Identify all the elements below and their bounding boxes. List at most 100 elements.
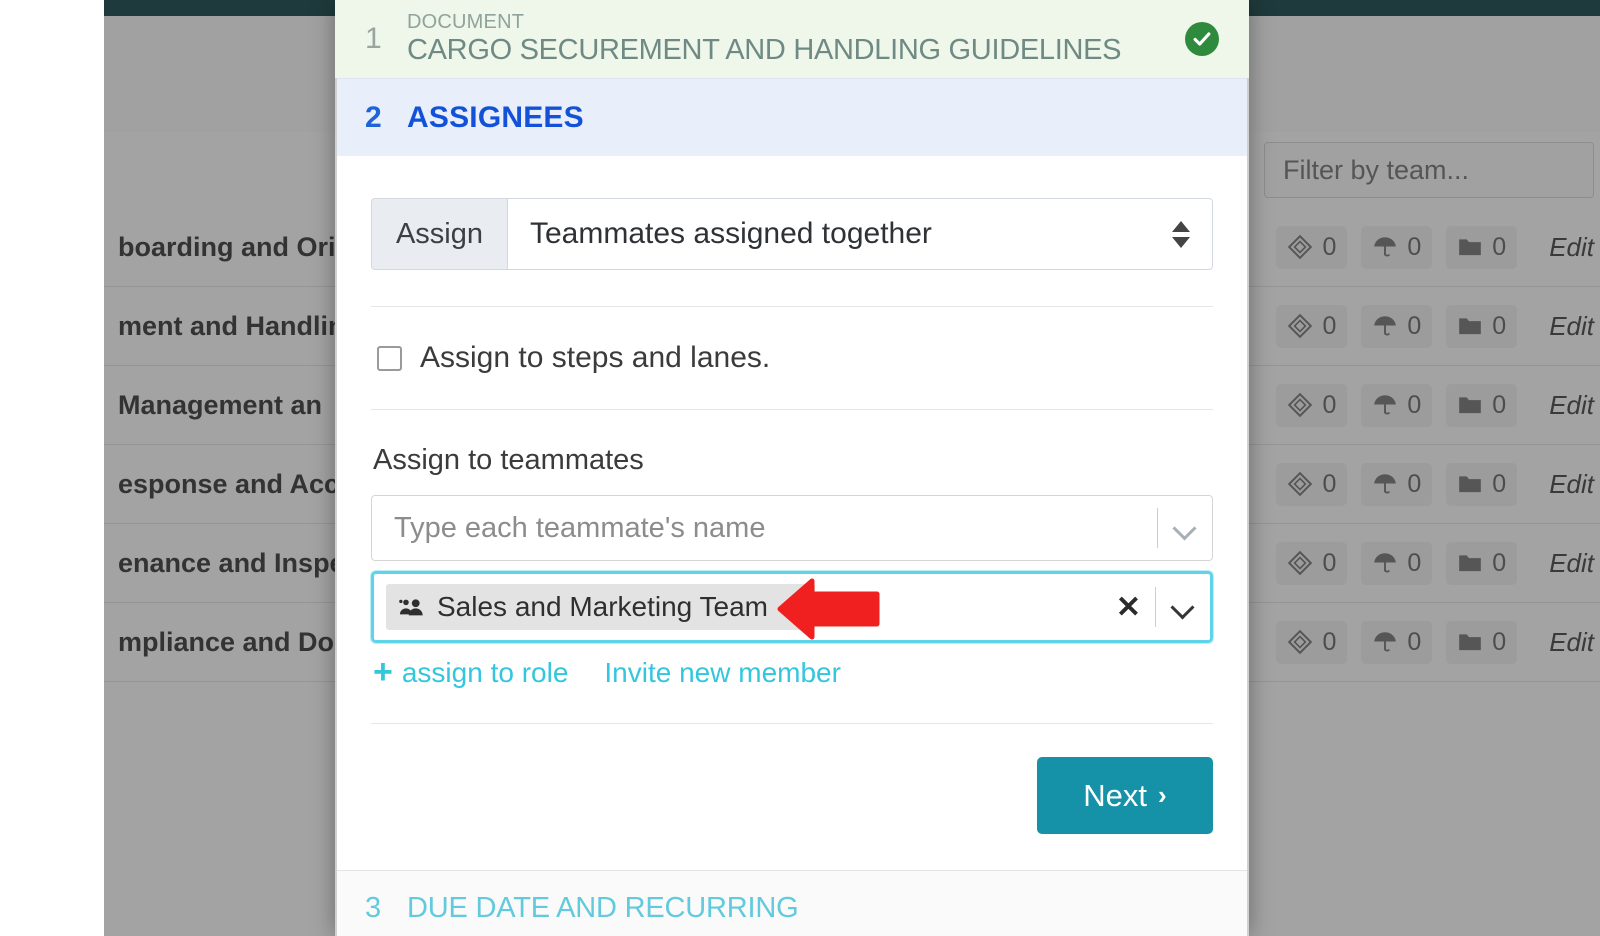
clear-all-icon[interactable]: ✕ — [1116, 590, 1141, 625]
umbrella-icon — [1374, 237, 1397, 257]
row-meta: 0 0 0 Edit — [1276, 524, 1600, 602]
stat-diamond[interactable]: 0 — [1276, 225, 1348, 269]
section-due-date-header[interactable]: 3 DUE DATE AND RECURRING — [335, 870, 1249, 936]
stat-umbrella[interactable]: 0 — [1361, 541, 1433, 585]
team-filter-input[interactable]: Filter by team... — [1264, 142, 1594, 198]
edit-link[interactable]: Edit — [1549, 390, 1594, 421]
chevron-down-icon[interactable] — [1170, 594, 1196, 620]
stat-count: 0 — [1407, 469, 1422, 498]
stat-folder[interactable]: 0 — [1446, 462, 1518, 506]
plus-icon: + — [373, 653, 393, 692]
edit-link[interactable]: Edit — [1549, 548, 1594, 579]
row-title: esponse and Acci — [118, 468, 347, 499]
steps-and-lanes-checkbox[interactable] — [377, 345, 402, 371]
assignees-panel: Assign Teammates assigned together Assig… — [335, 156, 1249, 870]
assignee-links: + assign to role Invite new member — [371, 643, 1213, 689]
stat-folder[interactable]: 0 — [1446, 620, 1518, 664]
assign-mode-group: Assign Teammates assigned together — [371, 198, 1213, 270]
stat-folder[interactable]: 0 — [1446, 383, 1518, 427]
folder-icon — [1459, 397, 1482, 414]
stat-diamond[interactable]: 0 — [1276, 304, 1348, 348]
section-kicker: DOCUMENT — [407, 10, 525, 33]
modal-right-edge — [1247, 0, 1249, 936]
stat-folder[interactable]: 0 — [1446, 304, 1518, 348]
stat-diamond[interactable]: 0 — [1276, 462, 1348, 506]
stat-count: 0 — [1492, 311, 1507, 340]
stat-count: 0 — [1492, 469, 1507, 498]
umbrella-icon — [1374, 316, 1397, 336]
section-document-header[interactable]: 1 DOCUMENT CARGO SECUREMENT AND HANDLING… — [335, 0, 1249, 78]
edit-link[interactable]: Edit — [1549, 232, 1594, 263]
stat-umbrella[interactable]: 0 — [1361, 462, 1433, 506]
assign-to-role-label: assign to role — [401, 657, 569, 688]
assign-document-modal: 1 DOCUMENT CARGO SECUREMENT AND HANDLING… — [335, 0, 1249, 936]
invite-new-member-link[interactable]: Invite new member — [604, 657, 841, 689]
stat-count: 0 — [1322, 311, 1337, 340]
diamond-grid-icon — [1288, 471, 1313, 497]
edit-link[interactable]: Edit — [1549, 311, 1594, 342]
stat-count: 0 — [1322, 548, 1337, 577]
umbrella-icon — [1374, 395, 1397, 415]
row-meta: 0 0 0 Edit — [1276, 287, 1600, 365]
stat-umbrella[interactable]: 0 — [1361, 620, 1433, 664]
left-arrow-annotation — [777, 578, 880, 640]
folder-icon — [1459, 239, 1482, 256]
stat-diamond[interactable]: 0 — [1276, 541, 1348, 585]
next-button[interactable]: Next › — [1037, 757, 1213, 834]
stat-count: 0 — [1492, 548, 1507, 577]
edit-link[interactable]: Edit — [1549, 627, 1594, 658]
assign-mode-select[interactable]: Teammates assigned together — [507, 198, 1213, 270]
stat-umbrella[interactable]: 0 — [1361, 304, 1433, 348]
chevron-down-icon[interactable] — [1172, 515, 1198, 541]
stat-diamond[interactable]: 0 — [1276, 383, 1348, 427]
assignee-chip[interactable]: Sales and Marketing Team x — [386, 584, 816, 630]
modal-left-edge — [335, 0, 337, 936]
section-number: 2 — [365, 100, 382, 134]
steps-and-lanes-row[interactable]: Assign to steps and lanes. — [371, 307, 1213, 409]
section-document-text: DOCUMENT CARGO SECUREMENT AND HANDLING G… — [407, 11, 1185, 67]
section-assignees-header[interactable]: 2 ASSIGNEES — [335, 78, 1249, 156]
diamond-grid-icon — [1288, 392, 1313, 418]
screen: Filter by team... boarding and Orie 0 0 … — [0, 0, 1600, 936]
chevron-right-icon: › — [1158, 780, 1167, 810]
stat-diamond[interactable]: 0 — [1276, 620, 1348, 664]
modal-footer: Next › — [371, 724, 1213, 870]
section-title: DUE DATE AND RECURRING — [407, 892, 799, 924]
row-title: mpliance and Do — [118, 626, 335, 657]
stat-count: 0 — [1492, 627, 1507, 656]
next-button-label: Next — [1083, 777, 1148, 813]
steps-and-lanes-label: Assign to steps and lanes. — [420, 341, 771, 374]
check-circle-icon — [1185, 22, 1219, 56]
teammates-input[interactable]: Type each teammate's name — [371, 495, 1213, 561]
stat-umbrella[interactable]: 0 — [1361, 225, 1433, 269]
check-glyph — [1193, 32, 1211, 46]
section-number: 3 — [365, 892, 382, 924]
stat-umbrella[interactable]: 0 — [1361, 383, 1433, 427]
umbrella-icon — [1374, 474, 1397, 494]
diamond-grid-icon — [1288, 234, 1313, 260]
diamond-grid-icon — [1288, 550, 1313, 576]
assign-to-teammates-label: Assign to teammates — [373, 444, 644, 476]
assign-to-role-link[interactable]: + assign to role — [373, 653, 569, 692]
diamond-grid-icon — [1288, 629, 1313, 655]
users-group-icon — [399, 599, 423, 616]
umbrella-icon — [1374, 632, 1397, 652]
edit-link[interactable]: Edit — [1549, 469, 1594, 500]
stat-folder[interactable]: 0 — [1446, 541, 1518, 585]
row-title: Management an — [118, 389, 323, 420]
stat-count: 0 — [1407, 548, 1422, 577]
divider — [1157, 508, 1158, 548]
assignee-chip-label: Sales and Marketing Team — [437, 591, 768, 622]
stat-count: 0 — [1407, 390, 1422, 419]
folder-icon — [1459, 318, 1482, 335]
stat-folder[interactable]: 0 — [1446, 225, 1518, 269]
assign-mode-value: Teammates assigned together — [530, 217, 932, 250]
teammates-placeholder: Type each teammate's name — [394, 511, 766, 544]
document-title: CARGO SECUREMENT AND HANDLING GUIDELINES — [407, 33, 1122, 66]
stat-count: 0 — [1407, 311, 1422, 340]
diamond-grid-icon — [1288, 313, 1313, 339]
section-title: ASSIGNEES — [407, 100, 584, 134]
umbrella-icon — [1374, 553, 1397, 573]
stat-count: 0 — [1492, 232, 1507, 261]
row-meta: 0 0 0 Edit — [1276, 366, 1600, 444]
